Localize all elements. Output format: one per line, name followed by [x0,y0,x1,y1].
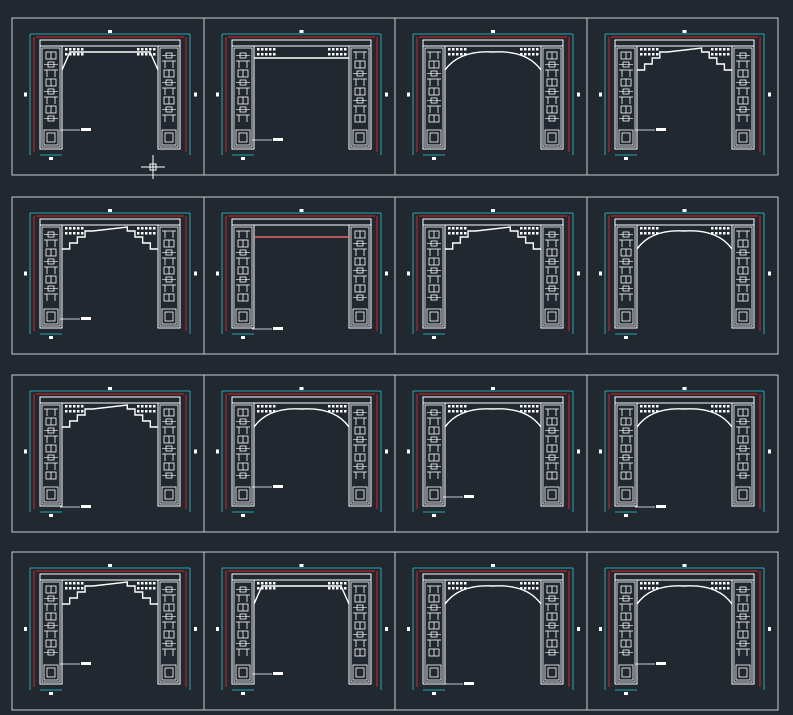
cad-drawing-sheet[interactable] [0,0,793,715]
